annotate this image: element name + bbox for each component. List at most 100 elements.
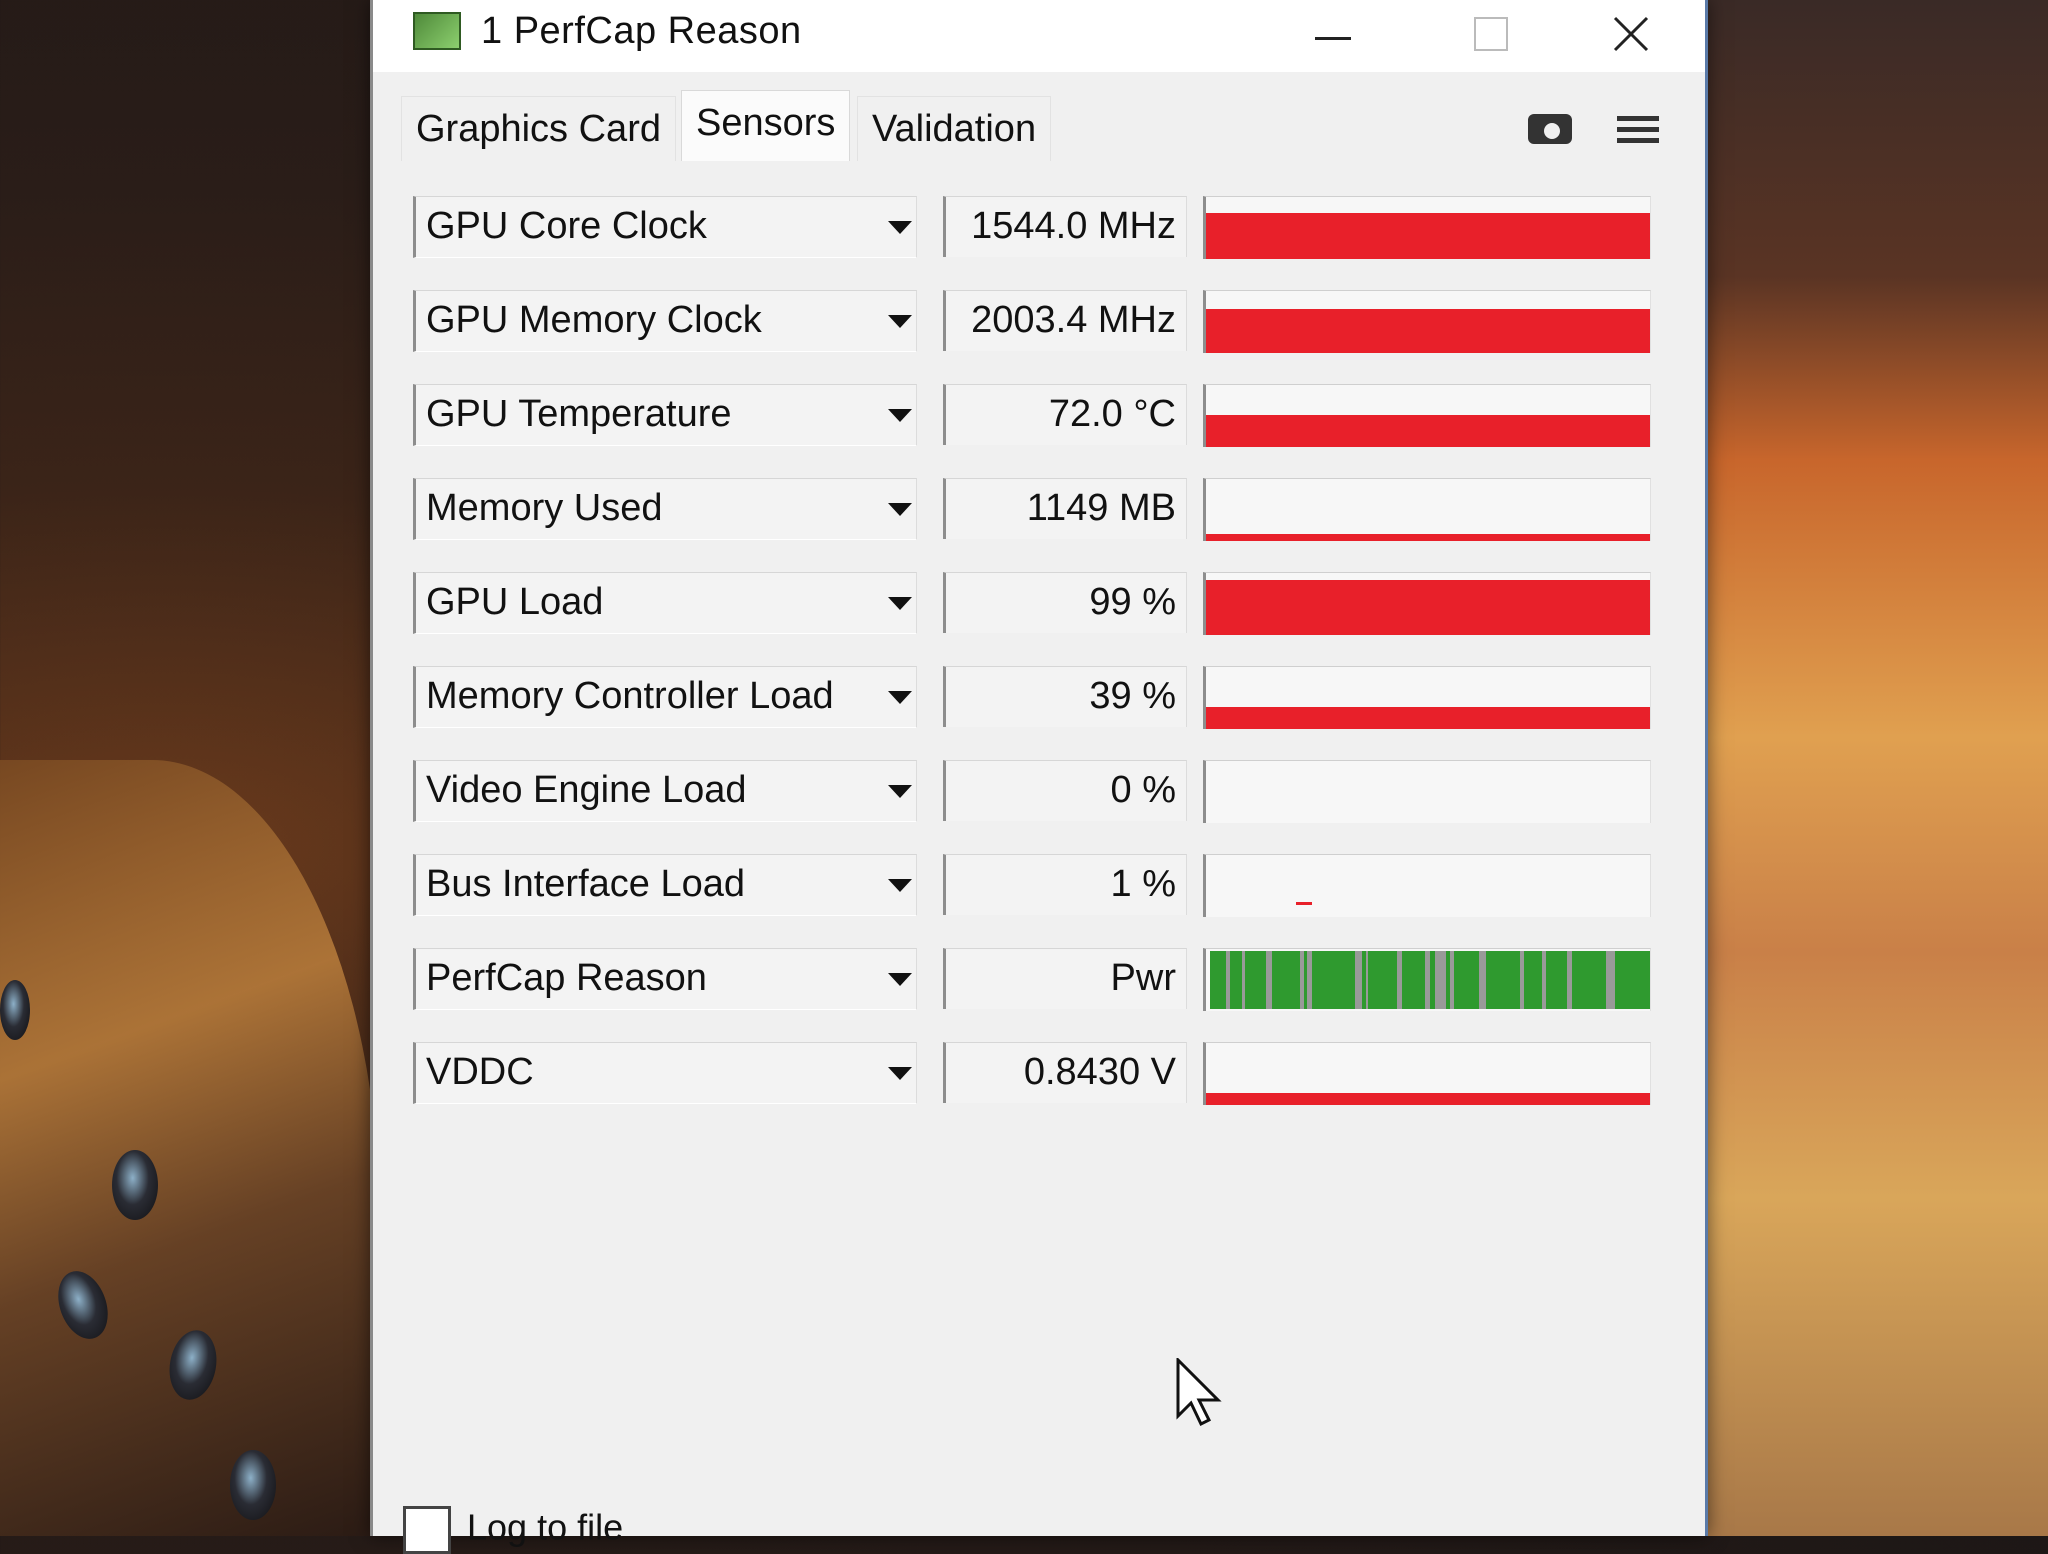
dropdown-arrow-icon[interactable]: [888, 503, 912, 516]
sensor-value: 0 %: [1110, 769, 1176, 811]
sensor-name: Memory Controller Load: [426, 675, 834, 717]
maximize-icon: [1474, 17, 1508, 51]
sensor-value-box: 99 %: [943, 572, 1187, 633]
title-bar[interactable]: 1 PerfCap Reason: [373, 0, 1705, 72]
sensor-select[interactable]: GPU Core Clock: [413, 196, 917, 258]
sensor-name: Video Engine Load: [426, 769, 747, 811]
sensor-graph: [1203, 572, 1651, 635]
sensor-value: 1544.0 MHz: [971, 205, 1176, 247]
sensor-select[interactable]: GPU Temperature: [413, 384, 917, 446]
sensor-graph: [1203, 290, 1651, 353]
sensor-value-box: Pwr: [943, 948, 1187, 1009]
dropdown-arrow-icon[interactable]: [888, 597, 912, 610]
sensor-name: Bus Interface Load: [426, 863, 745, 905]
sensor-value: 0.8430 V: [1023, 1051, 1176, 1093]
sensor-value: 99 %: [1089, 581, 1176, 623]
sensor-name: GPU Load: [426, 581, 604, 623]
sensor-value: 2003.4 MHz: [971, 299, 1176, 341]
sensor-graph: [1203, 760, 1651, 823]
sensor-row-perfcap-reason: PerfCap Reason Pwr: [413, 948, 1693, 1020]
close-button[interactable]: [1601, 6, 1661, 62]
sensor-value-box: 2003.4 MHz: [943, 290, 1187, 351]
graph-fill: [1296, 902, 1312, 905]
sensor-name: GPU Memory Clock: [426, 299, 762, 341]
dropdown-arrow-icon[interactable]: [888, 879, 912, 892]
sensor-graph: [1203, 478, 1651, 541]
sensor-name: GPU Core Clock: [426, 205, 707, 247]
sensor-name: GPU Temperature: [426, 393, 732, 435]
graph-fill: [1206, 580, 1650, 635]
gpu-z-app-icon[interactable]: [413, 12, 461, 50]
sensor-value: 1 %: [1110, 863, 1176, 905]
sensor-value: 1149 MB: [1026, 487, 1176, 529]
decor-bead: [112, 1150, 158, 1220]
menu-button[interactable]: [1611, 106, 1665, 152]
sensor-select[interactable]: PerfCap Reason: [413, 948, 917, 1010]
desktop-background-right: [1690, 0, 2048, 1536]
sensor-value-box: 1544.0 MHz: [943, 196, 1187, 257]
sensor-select[interactable]: GPU Load: [413, 572, 917, 634]
decor-bead: [0, 980, 30, 1040]
sensor-graph: [1203, 854, 1651, 917]
sensor-select[interactable]: Video Engine Load: [413, 760, 917, 822]
sensor-row-bus-interface-load: Bus Interface Load 1 %: [413, 854, 1693, 926]
dropdown-arrow-icon[interactable]: [888, 973, 912, 986]
sensor-graph: [1203, 384, 1651, 447]
graph-fill: [1206, 534, 1650, 541]
close-icon: [1613, 16, 1649, 52]
sensor-select[interactable]: GPU Memory Clock: [413, 290, 917, 352]
tab-validation[interactable]: Validation: [857, 96, 1052, 161]
sensor-value-box: 0.8430 V: [943, 1042, 1187, 1103]
sensor-value-box: 1 %: [943, 854, 1187, 915]
sensor-name: PerfCap Reason: [426, 957, 707, 999]
sensor-graph: [1203, 196, 1651, 259]
gpu-z-window: 1 PerfCap Reason Graphics Card Sensors V…: [370, 0, 1708, 1554]
graph-fill: [1206, 415, 1650, 447]
screenshot-button[interactable]: [1523, 106, 1577, 152]
sensor-select[interactable]: VDDC: [413, 1042, 917, 1104]
sensor-select[interactable]: Memory Used: [413, 478, 917, 540]
tab-graphics-card[interactable]: Graphics Card: [401, 96, 676, 161]
log-to-file-label: Log to file: [467, 1506, 624, 1548]
window-title: 1 PerfCap Reason: [481, 10, 802, 52]
perfcap-graph: [1210, 951, 1650, 1009]
dropdown-arrow-icon[interactable]: [888, 691, 912, 704]
log-to-file-option[interactable]: Log to file: [403, 1506, 623, 1554]
camera-icon: [1528, 114, 1572, 144]
log-to-file-checkbox[interactable]: [403, 1506, 451, 1554]
sensor-value-box: 39 %: [943, 666, 1187, 727]
sensor-row-gpu-core-clock: GPU Core Clock 1544.0 MHz: [413, 196, 1693, 268]
graph-fill: [1206, 213, 1650, 259]
dropdown-arrow-icon[interactable]: [888, 221, 912, 234]
sensor-graph: [1203, 1042, 1651, 1105]
minimize-button[interactable]: [1303, 6, 1363, 62]
dropdown-arrow-icon[interactable]: [888, 409, 912, 422]
sensor-row-memory-controller-load: Memory Controller Load 39 %: [413, 666, 1693, 738]
tab-sensors[interactable]: Sensors: [681, 90, 851, 161]
dropdown-arrow-icon[interactable]: [888, 785, 912, 798]
sensor-row-vddc: VDDC 0.8430 V: [413, 1042, 1693, 1114]
sensor-value: Pwr: [1110, 957, 1176, 999]
maximize-button[interactable]: [1461, 6, 1521, 62]
sensor-row-video-engine-load: Video Engine Load 0 %: [413, 760, 1693, 832]
sensor-value: 72.0 °C: [1048, 393, 1176, 435]
dropdown-arrow-icon[interactable]: [888, 315, 912, 328]
sensor-row-gpu-temperature: GPU Temperature 72.0 °C: [413, 384, 1693, 456]
sensor-graph: [1203, 948, 1651, 1011]
hamburger-menu-icon: [1617, 110, 1659, 149]
graph-fill: [1206, 309, 1650, 353]
sensor-row-gpu-load: GPU Load 99 %: [413, 572, 1693, 644]
desktop-background-left: [0, 760, 380, 1536]
tab-bar: Graphics Card Sensors Validation: [401, 90, 1681, 162]
sensor-value-box: 1149 MB: [943, 478, 1187, 539]
sensor-row-memory-used: Memory Used 1149 MB: [413, 478, 1693, 550]
sensor-name: Memory Used: [426, 487, 663, 529]
graph-fill: [1206, 1093, 1650, 1105]
sensor-value: 39 %: [1089, 675, 1176, 717]
graph-fill: [1206, 707, 1650, 729]
sensor-value-box: 0 %: [943, 760, 1187, 821]
sensor-select[interactable]: Bus Interface Load: [413, 854, 917, 916]
sensor-select[interactable]: Memory Controller Load: [413, 666, 917, 728]
sensor-row-gpu-memory-clock: GPU Memory Clock 2003.4 MHz: [413, 290, 1693, 362]
dropdown-arrow-icon[interactable]: [888, 1067, 912, 1080]
